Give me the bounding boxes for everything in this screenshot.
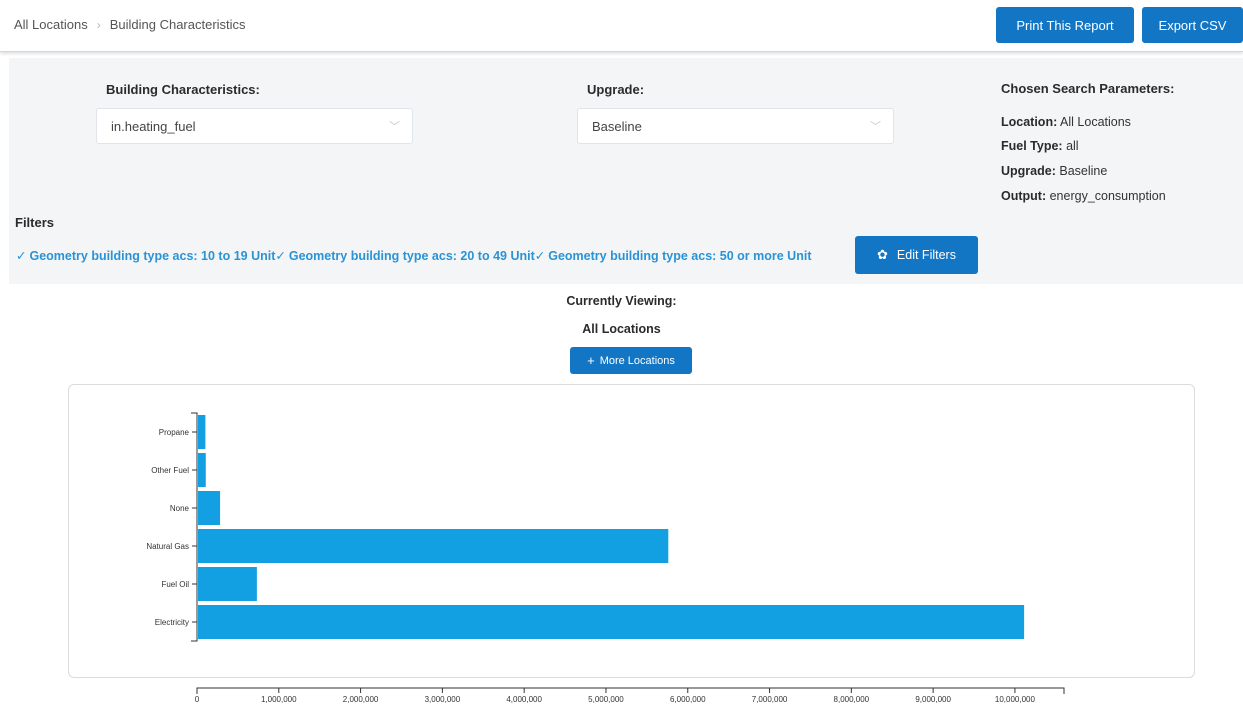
x-tick-label: 0 [195, 695, 200, 704]
y-tick-label: Fuel Oil [161, 580, 189, 589]
bar-fuel-oil [198, 567, 257, 601]
y-tick-label: Propane [159, 428, 190, 437]
x-tick-label: 8,000,000 [834, 695, 870, 704]
y-tick-label: Other Fuel [151, 466, 189, 475]
bar-none [198, 491, 221, 525]
bar-natural-gas [198, 529, 669, 563]
bar-other-fuel [198, 453, 206, 487]
bar-propane [198, 415, 206, 449]
x-tick-label: 5,000,000 [588, 695, 624, 704]
y-axis-line [191, 412, 198, 642]
x-axis-line [196, 687, 1065, 694]
x-tick-label: 3,000,000 [425, 695, 461, 704]
x-tick-label: 9,000,000 [915, 695, 951, 704]
bar-chart: Propane Other Fuel None Natural Gas Fuel Oil… [146, 412, 1065, 704]
x-tick-label: 6,000,000 [670, 695, 706, 704]
x-tick-label: 1,000,000 [261, 695, 297, 704]
x-tick-label: 2,000,000 [343, 695, 379, 704]
y-tick-label: Natural Gas [146, 542, 189, 551]
y-tick-label: None [170, 504, 190, 513]
x-tick-label: 4,000,000 [506, 695, 542, 704]
x-tick-label: 7,000,000 [752, 695, 788, 704]
bar-electricity [198, 605, 1025, 639]
x-tick-label: 10,000,000 [995, 695, 1036, 704]
y-tick-label: Electricity [155, 618, 189, 627]
